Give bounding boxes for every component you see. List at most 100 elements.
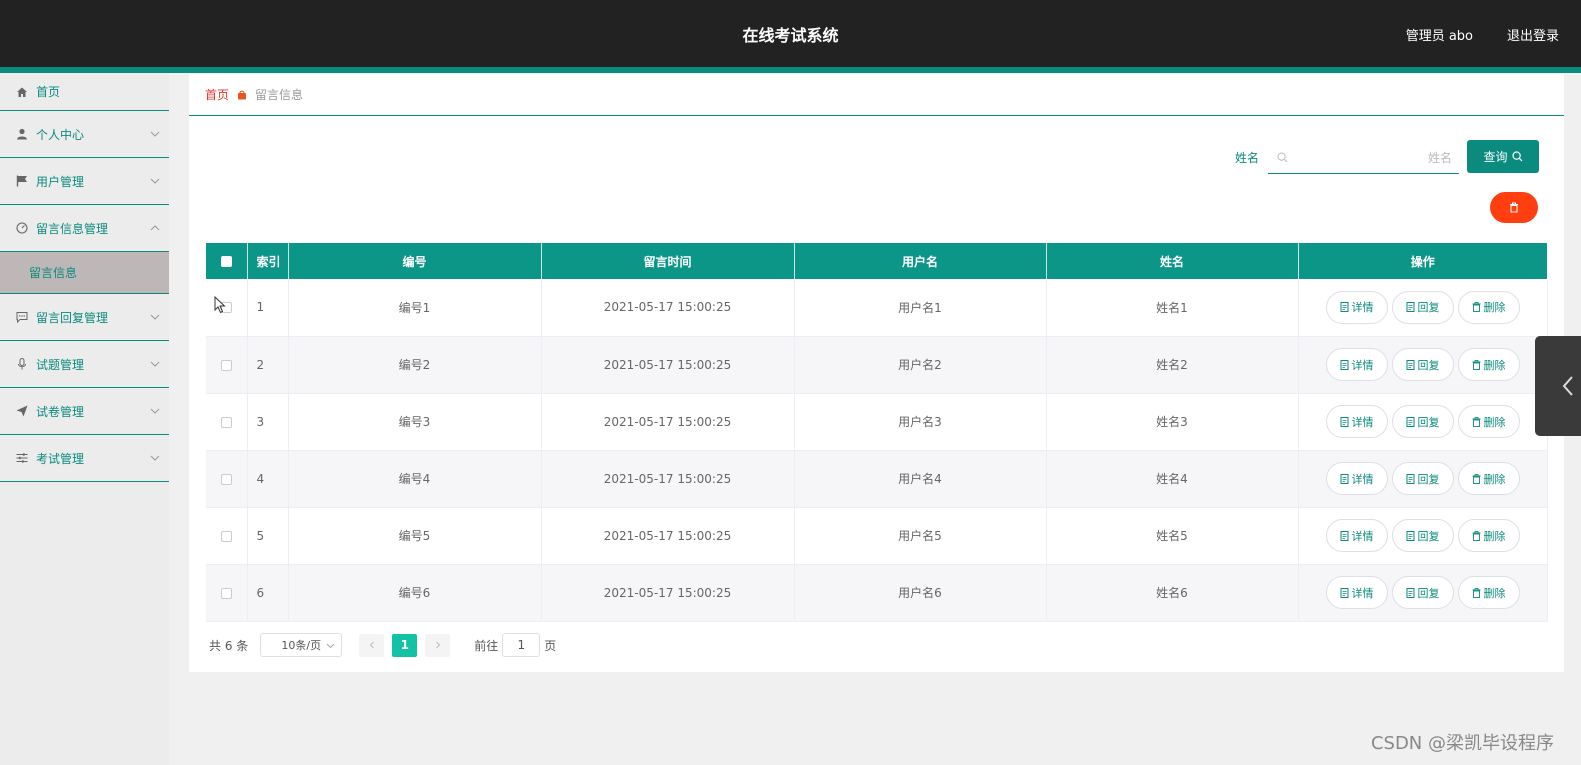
sidebar-item-label: 试卷管理 [36,404,85,419]
name-search-input[interactable] [1296,147,1452,169]
cell-time: 2021-05-17 15:00:25 [541,393,795,451]
goto-label: 前往 [474,638,499,653]
delete-button[interactable]: 删除 [1457,348,1520,381]
cell-code: 编号5 [288,507,542,565]
cell-time: 2021-05-17 15:00:25 [541,336,795,394]
cell-index: 4 [247,450,289,508]
sidebar-item-label: 用户管理 [36,174,85,189]
select-all-checkbox[interactable] [220,256,232,267]
sidebar-item-question-management[interactable]: 试题管理 [0,341,169,388]
side-panel-toggle[interactable] [1535,336,1581,436]
document-icon [1340,416,1348,427]
sidebar-item-reply-management[interactable]: 留言回复管理 [0,294,169,341]
document-icon [1406,587,1414,598]
delete-button[interactable]: 删除 [1457,519,1520,552]
sidebar-item-personal-center[interactable]: 个人中心 [0,111,169,158]
cell-name: 姓名4 [1046,450,1299,508]
chevron-right-icon [435,641,440,649]
detail-button-label: 详情 [1351,358,1374,372]
sidebar-subitem-message-info[interactable]: 留言信息 [0,252,169,294]
breadcrumb: 首页 留言信息 [189,74,1564,116]
row-checkbox[interactable] [220,530,232,542]
trash-icon [1472,473,1480,484]
reply-button[interactable]: 回复 [1391,405,1454,438]
top-bar: 在线考试系统 管理员 abo 退出登录 [0,0,1581,67]
document-icon [1406,530,1414,541]
reply-button[interactable]: 回复 [1391,290,1454,324]
batch-delete-button[interactable] [1490,192,1538,223]
delete-button[interactable]: 删除 [1457,290,1520,324]
chevron-down-icon [150,178,160,184]
page-size-select[interactable]: 10条/页 [260,633,343,657]
column-header: 用户名 [794,243,1047,279]
sidebar-item-label: 个人中心 [36,127,85,142]
cell-name: 姓名1 [1046,279,1299,337]
cell-actions: 详情 回复 删除 [1298,450,1548,508]
detail-button[interactable]: 详情 [1325,290,1388,324]
detail-button[interactable]: 详情 [1325,405,1388,438]
column-header: 留言时间 [541,243,795,279]
detail-button[interactable]: 详情 [1325,462,1388,495]
detail-button[interactable]: 详情 [1325,576,1388,609]
table-row[interactable]: 4 编号4 2021-05-17 15:00:25 用户名4 姓名4 详情 回复 删除 [206,450,1548,508]
page-number-current[interactable]: 1 [392,633,418,657]
message-table: 索引 编号 留言时间 用户名 姓名 操作 1 编号1 2021-05-17 15:0… [206,243,1548,622]
cell-name: 姓名3 [1046,393,1299,451]
header-accent-bar [0,67,1581,73]
table-row[interactable]: 2 编号2 2021-05-17 15:00:25 用户名2 姓名2 详情 回复 删除 [206,336,1548,394]
row-checkbox[interactable] [220,473,232,485]
row-select-cell [206,507,248,565]
chevron-down-icon [150,131,160,137]
chevron-left-icon [1562,376,1573,396]
reply-button-label: 回复 [1417,472,1440,486]
reply-button[interactable]: 回复 [1391,519,1454,552]
pagination: 共 6 条 10条/页 1 前往 页 [209,633,557,657]
sidebar-item-exam-management[interactable]: 考试管理 [0,435,169,482]
detail-button-label: 详情 [1351,529,1374,543]
next-page-button[interactable] [425,633,451,657]
cell-actions: 详情 回复 删除 [1298,507,1548,565]
delete-button[interactable]: 删除 [1457,576,1520,609]
column-header: 编号 [288,243,542,279]
cell-name: 姓名6 [1046,564,1299,622]
row-select-cell [206,564,248,622]
gauge-icon [16,222,28,234]
detail-button[interactable]: 详情 [1325,348,1388,381]
document-icon [1406,302,1414,313]
cell-name: 姓名2 [1046,336,1299,394]
cell-index: 1 [247,279,289,337]
row-checkbox[interactable] [220,359,232,371]
row-checkbox[interactable] [220,416,232,428]
chevron-down-icon [150,408,160,414]
cell-name: 姓名5 [1046,507,1299,565]
detail-button[interactable]: 详情 [1325,519,1388,552]
cell-username: 用户名6 [794,564,1047,622]
chevron-down-icon [150,314,160,320]
logout-link[interactable]: 退出登录 [1507,25,1559,44]
cell-actions: 详情 回复 删除 [1298,336,1548,394]
prev-page-button[interactable] [359,633,385,657]
reply-button[interactable]: 回复 [1391,462,1454,495]
goto-page-input[interactable] [502,633,541,657]
breadcrumb-home[interactable]: 首页 [205,86,229,103]
row-select-cell [206,450,248,508]
table-row[interactable]: 1 编号1 2021-05-17 15:00:25 用户名1 姓名1 详情 回复 删除 [206,279,1548,337]
reply-button[interactable]: 回复 [1391,348,1454,381]
delete-button[interactable]: 删除 [1457,405,1520,438]
sidebar-item-user-management[interactable]: 用户管理 [0,158,169,205]
bag-icon [238,90,247,99]
table-row[interactable]: 5 编号5 2021-05-17 15:00:25 用户名5 姓名5 详情 回复 删除 [206,507,1548,565]
table-row[interactable]: 6 编号6 2021-05-17 15:00:25 用户名6 姓名6 详情 回复 删除 [206,564,1548,622]
cell-actions: 详情 回复 删除 [1298,564,1548,622]
query-button[interactable]: 查询 [1467,140,1539,173]
sidebar-item-label: 留言信息管理 [36,221,109,236]
sidebar-item-paper-management[interactable]: 试卷管理 [0,388,169,435]
reply-button[interactable]: 回复 [1391,576,1454,609]
sidebar-item-home[interactable]: 首页 [0,73,169,111]
sidebar-item-message-management[interactable]: 留言信息管理 [0,205,169,252]
page-unit-label: 页 [544,638,557,653]
row-checkbox[interactable] [220,587,232,599]
document-icon [1340,530,1348,541]
table-row[interactable]: 3 编号3 2021-05-17 15:00:25 用户名3 姓名3 详情 回复 删除 [206,393,1548,451]
delete-button[interactable]: 删除 [1457,462,1520,495]
